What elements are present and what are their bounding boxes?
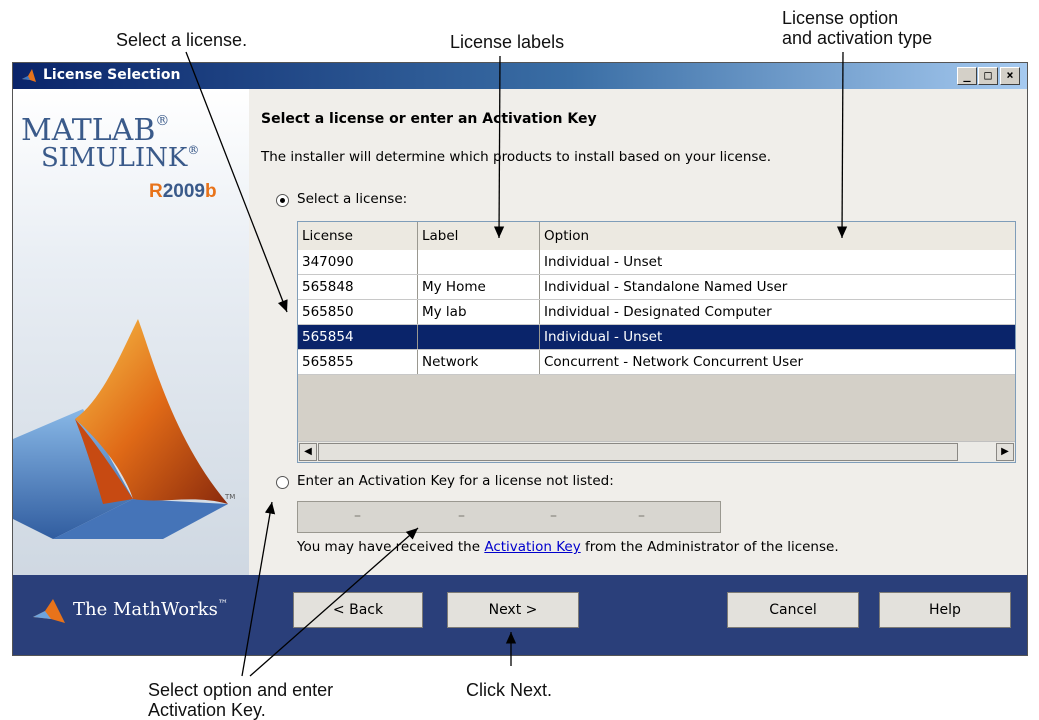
cell-option: Individual - Unset	[544, 254, 663, 270]
cell-license: 565854	[298, 325, 418, 349]
key-dash: –	[550, 508, 557, 524]
cell-option: Concurrent - Network Concurrent User	[544, 354, 804, 370]
cell-label	[418, 325, 540, 349]
hint-text-before: You may have received the	[297, 539, 485, 555]
cell-option: Individual - Unset	[544, 329, 663, 345]
matlab-logo-icon	[22, 69, 36, 82]
column-header-option[interactable]: Option	[540, 222, 1015, 250]
radio-enter-key-label[interactable]: Enter an Activation Key for a license no…	[297, 473, 614, 489]
registered-mark: ®	[155, 113, 170, 129]
footer-bar: The MathWorks™ < Back Next > Cancel Help	[13, 575, 1027, 655]
license-table[interactable]: License Label Option 347090 Individual -…	[297, 221, 1016, 463]
mathworks-text: The MathWorks	[73, 599, 218, 620]
key-dash: –	[638, 508, 645, 524]
cell-label	[418, 250, 540, 274]
cancel-button[interactable]: Cancel	[727, 592, 859, 628]
table-row-selected[interactable]: 565854 Individual - Unset	[298, 325, 1015, 350]
table-row[interactable]: 565850 My lab Individual - Designated Co…	[298, 300, 1015, 325]
scroll-right-arrow-icon[interactable]: ▶	[996, 443, 1014, 461]
license-selection-window: License Selection _ □ × MATLAB® SIMULINK…	[12, 62, 1028, 656]
release-year: 2009	[162, 181, 206, 202]
radio-select-license-label[interactable]: Select a license:	[297, 191, 407, 207]
cell-label: Network	[418, 350, 540, 374]
callout-license-option: License option and activation type	[782, 8, 932, 48]
hint-text-after: from the Administrator of the license.	[580, 539, 839, 555]
callout-select-option-line2: Activation Key.	[148, 700, 266, 720]
cell-license: 347090	[298, 250, 418, 274]
activation-key-hint: You may have received the Activation Key…	[297, 539, 839, 555]
cell-option: Individual - Standalone Named User	[544, 279, 788, 295]
table-header: License Label Option	[298, 222, 1015, 251]
release-b: b	[205, 181, 217, 202]
column-header-label[interactable]: Label	[418, 222, 540, 250]
page-heading: Select a license or enter an Activation …	[261, 111, 597, 127]
mathworks-wordmark: The MathWorks™	[73, 599, 228, 620]
activation-key-field[interactable]: – – – –	[297, 501, 721, 533]
key-dash: –	[354, 508, 361, 524]
cell-label: My lab	[418, 300, 540, 324]
tm-mark: TM	[225, 493, 236, 501]
activation-key-link[interactable]: Activation Key	[484, 539, 580, 555]
callout-license-option-line2: and activation type	[782, 28, 933, 48]
cell-label: My Home	[418, 275, 540, 299]
callout-select-license: Select a license.	[116, 30, 248, 50]
cell-license: 565848	[298, 275, 418, 299]
branding-panel: MATLAB® SIMULINK® R2009b TM	[13, 89, 249, 575]
close-button[interactable]: ×	[1000, 67, 1020, 85]
page-description: The installer will determine which produ…	[261, 149, 772, 165]
key-dash: –	[458, 508, 465, 524]
cell-license: 565855	[298, 350, 418, 374]
scroll-thumb[interactable]	[318, 443, 958, 461]
release-label: R2009b	[149, 181, 217, 203]
back-button[interactable]: < Back	[293, 592, 423, 628]
horizontal-scrollbar[interactable]: ◀ ▶	[298, 441, 1015, 462]
membrane-logo-icon	[13, 319, 228, 539]
callout-license-labels: License labels	[450, 32, 565, 52]
mathworks-tm: ™	[217, 599, 228, 610]
scroll-left-arrow-icon[interactable]: ◀	[299, 443, 317, 461]
table-row[interactable]: 347090 Individual - Unset	[298, 250, 1015, 275]
mathworks-logo-icon	[33, 599, 65, 623]
table-row[interactable]: 565855 Network Concurrent - Network Conc…	[298, 350, 1015, 375]
maximize-button[interactable]: □	[978, 67, 998, 85]
radio-select-license[interactable]	[276, 194, 289, 207]
callout-license-option-line1: License option	[782, 8, 899, 28]
radio-enter-key[interactable]	[276, 476, 289, 489]
callout-click-next: Click Next.	[466, 680, 553, 700]
window-title: License Selection	[43, 67, 181, 83]
title-bar[interactable]: License Selection _ □ ×	[13, 63, 1027, 89]
registered-mark-2: ®	[187, 143, 200, 157]
column-header-license[interactable]: License	[298, 222, 418, 250]
callout-select-option-line1: Select option and enter	[148, 680, 334, 700]
cell-license: 565850	[298, 300, 418, 324]
cell-option: Individual - Designated Computer	[544, 304, 772, 320]
next-button[interactable]: Next >	[447, 592, 579, 628]
release-r: R	[149, 181, 163, 202]
callout-select-option: Select option and enter Activation Key.	[148, 680, 333, 720]
table-row[interactable]: 565848 My Home Individual - Standalone N…	[298, 275, 1015, 300]
simulink-wordmark: SIMULINK®	[41, 143, 199, 173]
help-button[interactable]: Help	[879, 592, 1011, 628]
minimize-button[interactable]: _	[957, 67, 977, 85]
simulink-text: SIMULINK	[41, 143, 188, 173]
